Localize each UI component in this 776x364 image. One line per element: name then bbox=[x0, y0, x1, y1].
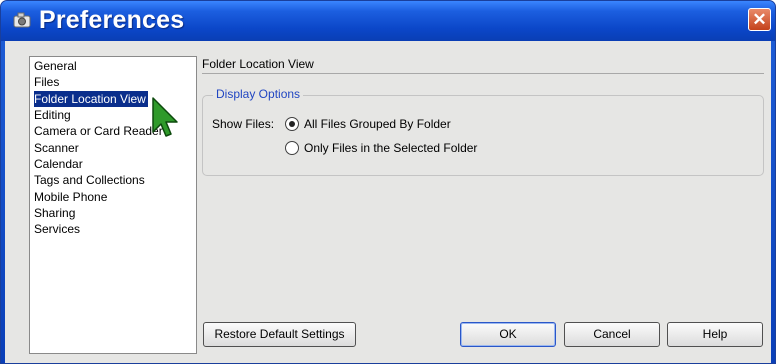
nav-item-camera-or-card-reader[interactable]: Camera or Card Reader bbox=[34, 123, 163, 139]
nav-item-folder-location-view[interactable]: Folder Location View bbox=[34, 91, 148, 107]
nav-item-calendar[interactable]: Calendar bbox=[34, 156, 83, 172]
display-options-group bbox=[202, 95, 764, 176]
nav-item-files[interactable]: Files bbox=[34, 74, 59, 90]
nav-item-editing[interactable]: Editing bbox=[34, 107, 71, 123]
close-button[interactable]: ✕ bbox=[748, 8, 771, 31]
nav-item-services[interactable]: Services bbox=[34, 221, 80, 237]
nav-item-scanner[interactable]: Scanner bbox=[34, 140, 79, 156]
option-only-selected-folder-label[interactable]: Only Files in the Selected Folder bbox=[304, 141, 477, 155]
mouse-pointer-icon bbox=[152, 97, 178, 137]
nav-item-general[interactable]: General bbox=[34, 58, 77, 74]
pane-title: Folder Location View bbox=[202, 57, 314, 71]
ok-button[interactable]: OK bbox=[460, 322, 556, 347]
pane-divider bbox=[202, 73, 764, 74]
nav-item-mobile-phone[interactable]: Mobile Phone bbox=[34, 189, 107, 205]
window-title: Preferences bbox=[39, 6, 185, 34]
display-options-label: Display Options bbox=[213, 87, 304, 101]
radio-only-selected-folder[interactable] bbox=[285, 141, 299, 155]
dialog-body: General Files Folder Location View Editi… bbox=[5, 41, 771, 363]
camera-icon bbox=[13, 12, 31, 28]
option-all-files-grouped-label[interactable]: All Files Grouped By Folder bbox=[304, 117, 451, 131]
nav-item-sharing[interactable]: Sharing bbox=[34, 205, 75, 221]
show-files-label: Show Files: bbox=[212, 117, 275, 131]
help-button[interactable]: Help bbox=[667, 322, 763, 347]
close-icon: ✕ bbox=[752, 10, 767, 29]
restore-defaults-button[interactable]: Restore Default Settings bbox=[203, 322, 356, 347]
nav-item-tags-and-collections[interactable]: Tags and Collections bbox=[34, 172, 145, 188]
title-bar[interactable]: Preferences ✕ bbox=[1, 1, 775, 41]
preferences-window: Preferences ✕ General Files Folder Locat… bbox=[0, 0, 776, 364]
radio-selected-dot bbox=[289, 121, 295, 127]
cancel-button[interactable]: Cancel bbox=[564, 322, 660, 347]
radio-all-files-grouped[interactable] bbox=[285, 117, 299, 131]
